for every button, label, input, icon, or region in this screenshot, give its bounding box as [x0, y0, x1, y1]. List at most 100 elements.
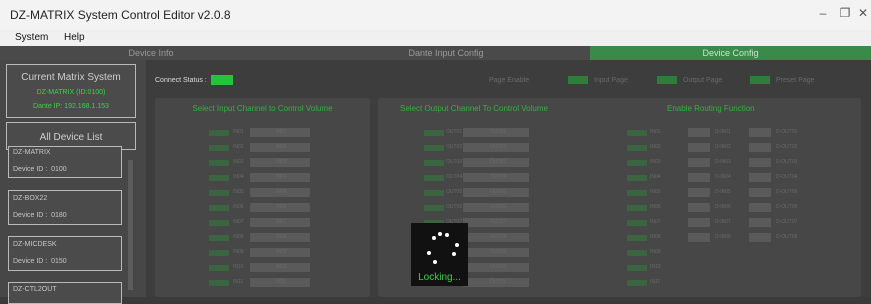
output-channel-name: OUT02	[490, 144, 507, 150]
output-channel-name: OUT11	[490, 279, 506, 285]
input-channel-name: IN11	[276, 279, 287, 285]
routing-toggle[interactable]	[688, 143, 710, 152]
input-channel-toggle[interactable]	[209, 250, 229, 256]
input-channel-toggle[interactable]	[209, 175, 229, 181]
device-name: DZ-CTL2OUT	[13, 286, 57, 293]
routing-channel: IN08	[650, 234, 661, 240]
input-page-toggle[interactable]	[568, 76, 588, 84]
routing-toggle[interactable]	[749, 158, 771, 167]
input-channel-toggle[interactable]	[209, 265, 229, 271]
routing-dante-output: D-OUT01	[776, 129, 798, 135]
menu-system[interactable]: System	[15, 32, 48, 43]
output-page-toggle[interactable]	[657, 76, 677, 84]
input-channel-toggle[interactable]	[209, 280, 229, 286]
input-channel-name: IN03	[276, 159, 287, 165]
routing-toggle[interactable]	[627, 130, 647, 136]
device-name: DZ-MATRIX	[13, 149, 51, 156]
output-page-label: Output Page	[683, 77, 723, 84]
routing-toggle[interactable]	[749, 203, 771, 212]
routing-channel: IN06	[650, 204, 661, 210]
tab-device-config[interactable]: Device Config	[590, 46, 871, 60]
routing-toggle[interactable]	[627, 280, 647, 286]
input-channel-name: IN02	[276, 144, 287, 150]
routing-toggle[interactable]	[627, 250, 647, 256]
input-channel-code: IN02	[233, 144, 244, 150]
spinner-dot	[433, 260, 437, 264]
input-channel-toggle[interactable]	[209, 190, 229, 196]
input-channel-toggle[interactable]	[209, 220, 229, 226]
output-channel-name: OUT05	[490, 189, 507, 195]
output-channel-name: OUT09	[490, 249, 507, 255]
close-icon[interactable]: ✕	[853, 6, 871, 20]
current-system-title: Current Matrix System	[21, 72, 121, 83]
input-channel-name: IN01	[276, 129, 287, 135]
output-channel-toggle[interactable]	[424, 175, 444, 181]
spinner-dot	[427, 251, 431, 255]
routing-dante-output: D-OUT05	[776, 189, 798, 195]
output-channel-toggle[interactable]	[424, 190, 444, 196]
device-id: Device ID : 0100	[13, 166, 67, 173]
connect-status-indicator	[211, 75, 233, 85]
input-channel-toggle[interactable]	[209, 145, 229, 151]
output-channel-name: OUT08	[490, 234, 507, 240]
routing-section-title: Enable Routing Function	[667, 104, 755, 113]
routing-toggle[interactable]	[688, 128, 710, 137]
input-channel-toggle[interactable]	[209, 160, 229, 166]
routing-toggle[interactable]	[688, 173, 710, 182]
routing-toggle[interactable]	[688, 233, 710, 242]
routing-toggle[interactable]	[749, 188, 771, 197]
input-channel-toggle[interactable]	[209, 130, 229, 136]
spinner-dot	[452, 252, 456, 256]
device-list-title: All Device List	[39, 132, 103, 143]
output-channel-toggle[interactable]	[424, 145, 444, 151]
routing-dante-output: D-OUT02	[776, 144, 798, 150]
output-channel-toggle[interactable]	[424, 160, 444, 166]
routing-toggle[interactable]	[627, 265, 647, 271]
input-channel-code: IN01	[233, 129, 244, 135]
tab-device-info[interactable]: Device Info	[0, 46, 302, 60]
routing-toggle[interactable]	[627, 175, 647, 181]
routing-toggle[interactable]	[749, 173, 771, 182]
input-channel-name: IN07	[276, 219, 287, 225]
minimize-icon[interactable]: –	[813, 6, 833, 20]
input-channel-toggle[interactable]	[209, 205, 229, 211]
routing-dante-input: D-IN02	[715, 144, 731, 150]
input-channel-toggle[interactable]	[209, 235, 229, 241]
routing-channel: IN02	[650, 144, 661, 150]
device-list-scrollbar[interactable]	[128, 160, 133, 290]
routing-toggle[interactable]	[627, 160, 647, 166]
routing-channel: IN09	[650, 249, 661, 255]
routing-toggle[interactable]	[749, 218, 771, 227]
input-channel-code: IN03	[233, 159, 244, 165]
input-channel-code: IN09	[233, 249, 244, 255]
output-channel-code: OUT06	[446, 204, 463, 210]
routing-toggle[interactable]	[627, 220, 647, 226]
routing-toggle[interactable]	[688, 188, 710, 197]
output-channel-toggle[interactable]	[424, 205, 444, 211]
routing-toggle[interactable]	[627, 235, 647, 241]
routing-toggle[interactable]	[627, 205, 647, 211]
output-channel-name: OUT01	[490, 129, 507, 135]
routing-toggle[interactable]	[749, 128, 771, 137]
preset-page-toggle[interactable]	[750, 76, 770, 84]
restore-icon[interactable]: ❐	[835, 6, 855, 20]
device-name: DZ-MICDESK	[13, 241, 57, 248]
spinner-dot	[438, 232, 442, 236]
routing-toggle[interactable]	[749, 233, 771, 242]
loading-text: Locking...	[418, 272, 461, 283]
menu-help[interactable]: Help	[64, 32, 85, 43]
routing-dante-input: D-IN01	[715, 129, 731, 135]
output-section-title: Select Output Channel To Control Volume	[400, 104, 548, 113]
routing-toggle[interactable]	[688, 203, 710, 212]
device-id: Device ID : 0180	[13, 212, 67, 219]
routing-channel: IN07	[650, 219, 661, 225]
routing-toggle[interactable]	[688, 158, 710, 167]
tab-dante-input-config[interactable]: Dante Input Config	[302, 46, 590, 60]
routing-channel: IN01	[650, 129, 661, 135]
routing-toggle[interactable]	[688, 218, 710, 227]
routing-toggle[interactable]	[749, 143, 771, 152]
routing-dante-output: D-OUT07	[776, 219, 798, 225]
output-channel-toggle[interactable]	[424, 130, 444, 136]
routing-toggle[interactable]	[627, 145, 647, 151]
routing-toggle[interactable]	[627, 190, 647, 196]
